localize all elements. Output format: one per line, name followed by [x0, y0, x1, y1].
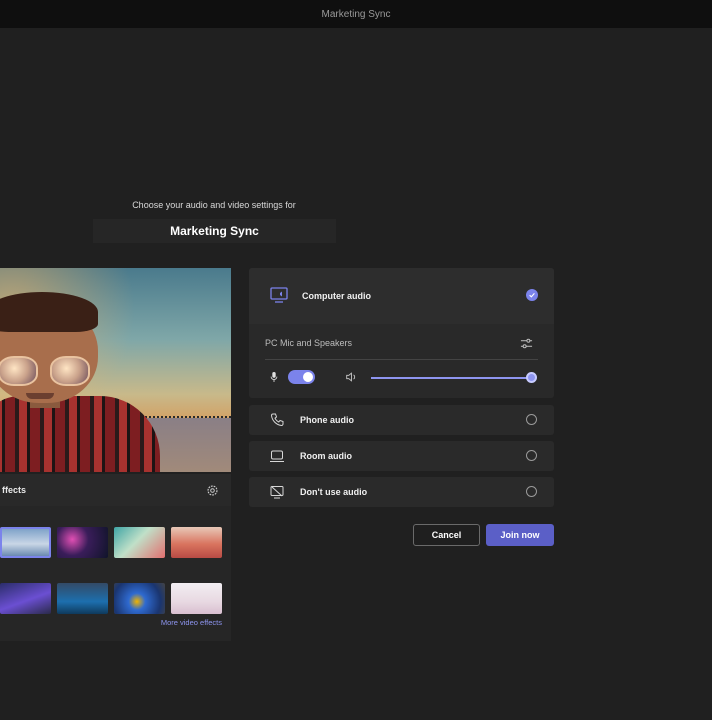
effect-thumbnail[interactable]: [114, 583, 165, 614]
phone-audio-option[interactable]: Phone audio: [249, 405, 554, 435]
no-audio-option[interactable]: Don't use audio: [249, 477, 554, 507]
speaker-volume-track[interactable]: [371, 377, 531, 379]
room-audio-label: Room audio: [300, 451, 352, 461]
no-audio-icon: [270, 486, 284, 499]
speaker-icon: [346, 372, 356, 382]
audio-device-label: PC Mic and Speakers: [265, 338, 353, 348]
effect-thumbnail[interactable]: [0, 583, 51, 614]
sunglasses-lens-left: [0, 356, 38, 386]
background-effects-header[interactable]: ffects: [0, 474, 231, 506]
effect-thumbnail[interactable]: [171, 527, 222, 558]
device-settings-icon[interactable]: [520, 337, 533, 350]
computer-audio-label: Computer audio: [302, 291, 371, 301]
no-audio-label: Don't use audio: [300, 487, 368, 497]
meeting-title: Marketing Sync: [170, 224, 259, 238]
self-view-hair: [0, 292, 98, 332]
more-video-effects-link[interactable]: More video effects: [120, 618, 222, 627]
effect-thumbnail[interactable]: [57, 583, 108, 614]
computer-audio-card[interactable]: Computer audio PC Mic and Speakers: [249, 268, 554, 398]
speaker-volume-thumb[interactable]: [526, 372, 537, 383]
video-preview: [0, 268, 231, 472]
mic-toggle-knob: [303, 372, 313, 382]
title-bar: Marketing Sync: [0, 0, 712, 28]
video-effects-grid: More video effects: [0, 506, 231, 641]
join-now-button[interactable]: Join now: [486, 524, 554, 546]
effect-thumbnail[interactable]: [171, 583, 222, 614]
room-device-icon: [270, 450, 284, 462]
phone-icon: [270, 413, 284, 427]
audio-divider: [265, 359, 538, 360]
effect-thumbnail[interactable]: [0, 527, 51, 558]
computer-audio-icon: [270, 287, 288, 303]
prejoin-subtitle: Choose your audio and video settings for: [132, 200, 296, 210]
computer-audio-option[interactable]: Computer audio: [249, 268, 554, 324]
effect-thumbnail[interactable]: [57, 527, 108, 558]
meeting-title-box: Marketing Sync: [93, 219, 336, 243]
selected-check-icon: [526, 289, 538, 301]
mic-toggle[interactable]: [288, 370, 315, 384]
self-view-mouth: [26, 393, 54, 399]
microphone-icon: [270, 372, 278, 382]
cancel-button[interactable]: Cancel: [413, 524, 480, 546]
no-audio-radio[interactable]: [526, 486, 537, 497]
phone-audio-label: Phone audio: [300, 415, 354, 425]
phone-audio-radio[interactable]: [526, 414, 537, 425]
sunglasses-lens-right: [50, 356, 90, 386]
self-view-shirt: [0, 396, 160, 472]
gear-icon[interactable]: [206, 484, 219, 497]
window-title: Marketing Sync: [321, 8, 391, 20]
room-audio-option[interactable]: Room audio: [249, 441, 554, 471]
effect-thumbnail[interactable]: [114, 527, 165, 558]
background-effects-label: ffects: [2, 485, 27, 495]
room-audio-radio[interactable]: [526, 450, 537, 461]
